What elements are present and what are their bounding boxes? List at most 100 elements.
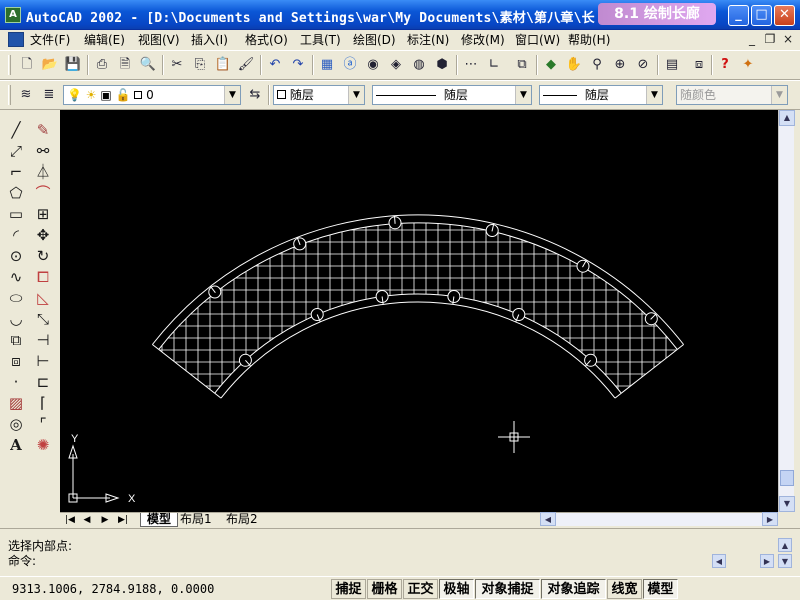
spline-icon[interactable]: ∿ (6, 267, 26, 287)
move-icon[interactable]: ✥ (33, 225, 53, 245)
copy-object-icon[interactable]: ⚯ (33, 141, 53, 161)
cmd-scroll-right-button[interactable]: ▶ (760, 554, 774, 568)
trim-icon[interactable]: ⊣ (33, 330, 53, 350)
polygon-icon[interactable]: ⬠ (6, 183, 26, 203)
circle-icon[interactable]: ⊙ (6, 246, 26, 266)
plotstyle-dropdown[interactable]: 随颜色 ▼ (676, 85, 788, 105)
array-icon[interactable]: ⊞ (33, 204, 53, 224)
launch-icon[interactable]: ▦ (317, 55, 337, 75)
tab-model[interactable]: 模型 (140, 513, 179, 527)
copy-icon[interactable]: ⎘ (190, 55, 210, 75)
toolbar-grip[interactable] (8, 55, 11, 75)
doc-restore-button[interactable]: ❐ (762, 32, 778, 47)
menu-file[interactable]: 文件(F) (30, 32, 70, 48)
scroll-up-button[interactable]: ▲ (779, 110, 795, 126)
grid-toggle[interactable]: 栅格 (367, 579, 402, 599)
app-icon[interactable]: A (5, 7, 21, 23)
distance-icon[interactable]: ⋯ (461, 55, 481, 75)
polyline-icon[interactable]: ⌐ (6, 162, 26, 182)
cmd-scroll-left-button[interactable]: ◀ (712, 554, 726, 568)
title-bar[interactable]: A AutoCAD 2002 - [D:\Documents and Setti… (0, 0, 800, 30)
3d-orbit-icon[interactable]: ◆ (541, 55, 561, 75)
ucs-icon[interactable]: ∟ (484, 55, 504, 75)
next-tab-button[interactable]: ▶ (97, 514, 113, 527)
construction-line-icon[interactable]: ⤢ (6, 141, 26, 161)
menu-view[interactable]: 视图(V) (138, 32, 180, 48)
lengthen-icon[interactable]: ⤡ (33, 309, 53, 329)
zoom-window-icon[interactable]: ⊕ (610, 55, 630, 75)
rectangle-icon[interactable]: ▭ (6, 204, 26, 224)
fillet-icon[interactable]: ⌜ (33, 414, 53, 434)
menu-dimension[interactable]: 标注(N) (407, 32, 449, 48)
color-dropdown[interactable]: 随层 ▼ (273, 85, 365, 105)
offset-icon[interactable]: ⌒ (33, 183, 53, 203)
chevron-down-icon[interactable]: ▼ (515, 86, 531, 104)
tab-layout1[interactable]: 布局1 (174, 513, 218, 527)
erase-icon[interactable]: ✎ (33, 120, 53, 140)
ellipse-arc-icon[interactable]: ◡ (6, 309, 26, 329)
mirror-icon[interactable]: ⏃ (33, 162, 53, 182)
chevron-down-icon[interactable]: ▼ (646, 86, 662, 104)
chevron-down-icon[interactable]: ▼ (771, 86, 787, 104)
toolbar-grip[interactable] (8, 85, 11, 105)
snap-toggle[interactable]: 捕捉 (331, 579, 366, 599)
layer-manager-icon[interactable]: ≋ (16, 85, 36, 105)
redo-icon[interactable]: ↷ (288, 55, 308, 75)
last-tab-button[interactable]: ▶| (115, 514, 131, 527)
tool-palette-icon[interactable]: ◍ (409, 55, 429, 75)
extend-icon[interactable]: ⊢ (33, 351, 53, 371)
design-center-icon[interactable]: ◉ (363, 55, 383, 75)
linetype-dropdown[interactable]: 随层 ▼ (372, 85, 532, 105)
chamfer-icon[interactable]: ⌈ (33, 393, 53, 413)
scale-icon[interactable]: ⧠ (33, 267, 53, 287)
cmd-scroll-down-button[interactable]: ▼ (778, 554, 792, 568)
doc-close-button[interactable]: × (780, 32, 796, 47)
save-icon[interactable]: 💾 (63, 55, 83, 75)
print-icon[interactable]: ⎙ (92, 55, 112, 75)
open-icon[interactable]: 📂 (40, 55, 60, 75)
zoom-previous-icon[interactable]: ⊘ (633, 55, 653, 75)
aerial-view-icon[interactable]: ▤ (662, 55, 682, 75)
ortho-toggle[interactable]: 正交 (403, 579, 438, 599)
lineweight-toggle[interactable]: 线宽 (607, 579, 642, 599)
prev-tab-button[interactable]: ◀ (79, 514, 95, 527)
ellipse-icon[interactable]: ⬭ (6, 288, 26, 308)
new-icon[interactable]: 🗋 (17, 55, 37, 75)
menu-help[interactable]: 帮助(H) (568, 32, 610, 48)
first-tab-button[interactable]: |◀ (62, 514, 78, 527)
cut-icon[interactable]: ✂ (167, 55, 187, 75)
realtime-pan-icon[interactable]: ✋ (564, 55, 584, 75)
cmd-scroll-up-button[interactable]: ▲ (778, 538, 792, 552)
osnap-toggle[interactable]: 对象捕捉 (475, 579, 540, 599)
help-icon[interactable]: ? (715, 55, 735, 75)
document-icon[interactable] (8, 32, 24, 47)
multiline-text-icon[interactable]: A (6, 435, 26, 455)
layer-previous-icon[interactable]: ⇆ (245, 85, 265, 105)
otrack-toggle[interactable]: 对象追踪 (541, 579, 606, 599)
drawing-canvas[interactable]: Y X (60, 110, 778, 512)
zoom-realtime-icon[interactable]: ⚲ (587, 55, 607, 75)
undo-icon[interactable]: ↶ (265, 55, 285, 75)
menu-format[interactable]: 格式(O) (245, 32, 288, 48)
model-toggle[interactable]: 模型 (643, 579, 678, 599)
insert-block-icon[interactable]: ⧉ (6, 330, 26, 350)
menu-tools[interactable]: 工具(T) (300, 32, 341, 48)
horizontal-scrollbar[interactable]: ◀ ▶ (540, 512, 778, 526)
lineweight-dropdown[interactable]: 随层 ▼ (539, 85, 663, 105)
tab-layout2[interactable]: 布局2 (220, 513, 264, 527)
make-layer-current-icon[interactable]: ≣ (39, 85, 59, 105)
polar-toggle[interactable]: 极轴 (439, 579, 474, 599)
publish-icon[interactable]: 🔍 (138, 55, 158, 75)
hatch-icon[interactable]: ▨ (6, 393, 26, 413)
region-icon[interactable]: ◎ (6, 414, 26, 434)
dbconnect-icon[interactable]: ⬢ (432, 55, 452, 75)
doc-minimize-button[interactable]: _ (744, 32, 760, 47)
maximize-button[interactable]: □ (751, 5, 772, 26)
paste-icon[interactable]: 📋 (213, 55, 233, 75)
vertical-scrollbar[interactable]: ▲ ▼ (778, 110, 795, 512)
scroll-thumb[interactable] (780, 470, 794, 486)
command-input[interactable] (52, 554, 702, 568)
layer-dropdown[interactable]: 💡 ☀ ▣ 🔓 0 ▼ (63, 85, 241, 105)
scroll-down-button[interactable]: ▼ (779, 496, 795, 512)
arc-icon[interactable]: ◜ (6, 225, 26, 245)
